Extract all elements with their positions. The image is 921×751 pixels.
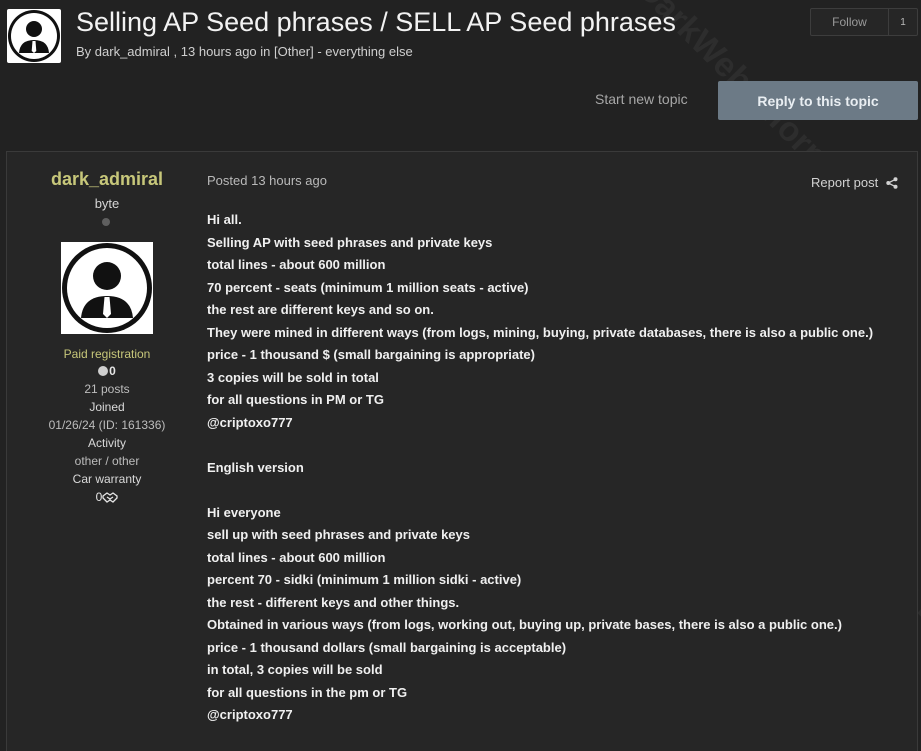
post: dark_admiral byte Paid registration 0 21… [6,151,918,751]
post-line: the rest are different keys and so on. [207,302,434,317]
topic-title: Selling AP Seed phrases / SELL AP Seed p… [76,7,676,37]
report-post-link[interactable]: Report post [811,175,898,190]
handshake-icon [102,491,118,503]
activity-value: other / other [74,454,140,468]
post-line: total lines - about 600 million [207,257,386,272]
online-status-dot [102,218,110,226]
follow-label: Follow [832,15,867,29]
post-line: for all questions in PM or TG [207,392,384,407]
post-line: English version [207,459,304,475]
warranty-value: 0 [95,490,103,504]
topic-page: DarkWeb Informer DarkWeb Informer DarkWe… [0,0,921,751]
author-name[interactable]: dark_admiral [7,169,207,190]
post-line: total lines - about 600 million [207,549,386,565]
activity-label: Activity [87,436,126,450]
follow-button[interactable]: Follow 1 [810,8,918,36]
author-avatar[interactable] [61,242,153,334]
post-date[interactable]: Posted 13 hours ago [207,173,327,188]
topic-author-avatar[interactable] [7,9,61,63]
reputation-dot-icon [98,366,109,376]
post-line: 3 copies will be sold in total [207,369,379,385]
follower-count: 1 [888,9,917,35]
reputation-value: 0 [109,364,116,378]
post-line: Obtained in various ways (from logs, wor… [207,617,842,632]
author-group: Paid registration [63,347,151,361]
share-icon[interactable] [886,176,898,189]
report-post-label: Report post [811,175,879,190]
post-line: in total, 3 copies will be sold [207,662,383,677]
post-line: They were mined in different ways (from … [207,324,874,340]
joined-label: Joined [89,400,125,414]
user-silhouette-icon [8,10,60,62]
post-line: Hi everyone [207,504,281,520]
post-line: for all questions in the pm or TG [207,684,408,700]
warranty: 0 [7,490,207,504]
post-content: Hi all. Selling AP with seed phrases and … [207,209,907,727]
post-line: sell up with seed phrases and private ke… [207,527,470,542]
post-line: percent 70 - sidki (minimum 1 million si… [207,572,522,587]
post-line: 70 percent - seats (minimum 1 million se… [207,279,529,295]
post-line: price - 1 thousand $ (small bargaining i… [207,347,535,362]
post-line: Hi all. [207,212,242,227]
reply-to-topic-button[interactable]: Reply to this topic [718,81,918,120]
post-line: @criptoxo777 [207,707,293,722]
post-line: @criptoxo777 [207,414,293,430]
post-line: Selling AP with seed phrases and private… [207,234,493,250]
post-line: price - 1 thousand dollars (small bargai… [207,639,567,655]
user-silhouette-icon [62,243,152,333]
start-new-topic-link[interactable]: Start new topic [595,91,688,107]
joined-value: 01/26/24 (ID: 161336) [48,418,166,432]
warranty-label: Car warranty [72,472,142,486]
post-count[interactable]: 21 posts [7,382,207,396]
author-rank: byte [94,196,120,211]
topic-meta: By dark_admiral , 13 hours ago in [Other… [76,44,413,59]
post-line: the rest - different keys and other thin… [207,594,460,610]
reputation: 0 [7,364,207,378]
